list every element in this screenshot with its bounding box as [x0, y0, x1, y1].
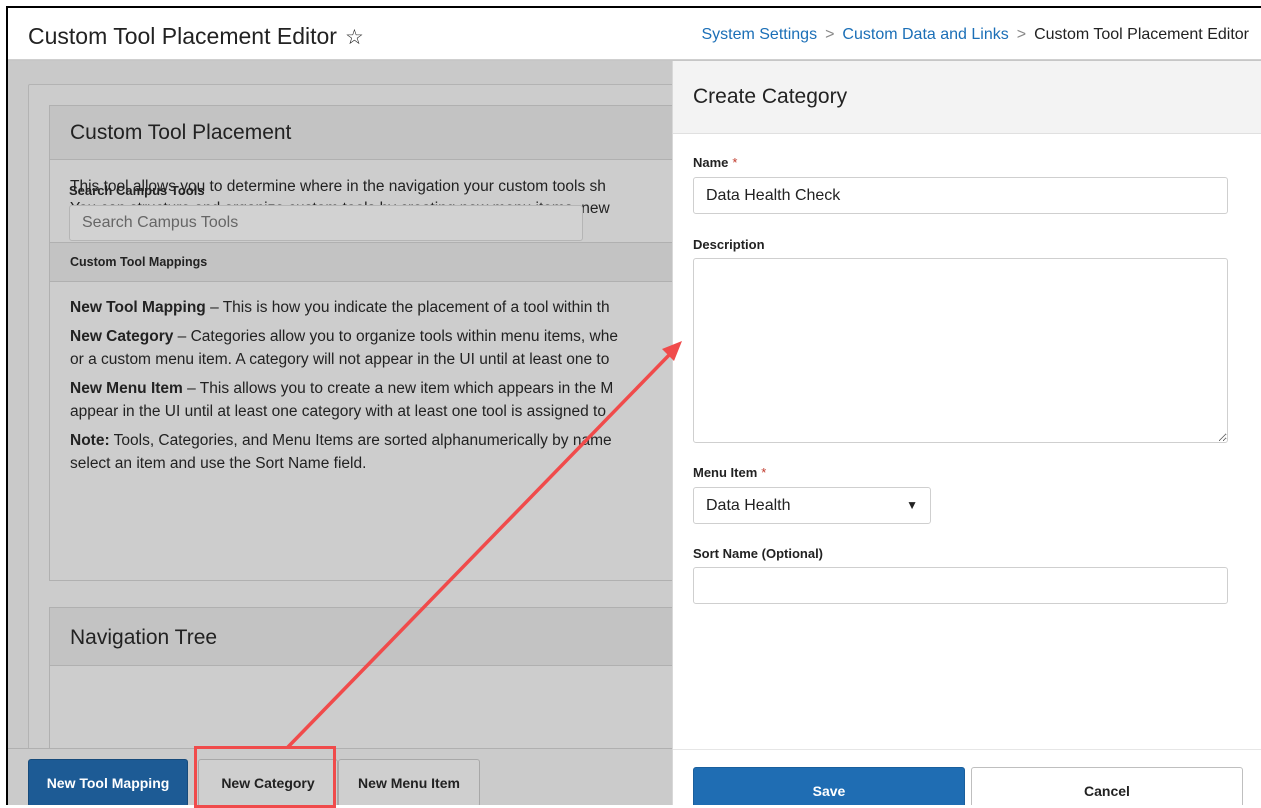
search-label: Search Campus Tools	[69, 183, 205, 198]
search-campus-tools-input[interactable]	[69, 205, 583, 241]
definition-tool-mapping: New Tool Mapping – This is how you indic…	[70, 299, 610, 316]
definition-category: New Category – Categories allow you to o…	[70, 328, 618, 368]
card-title: Navigation Tree	[50, 608, 688, 666]
required-marker: *	[732, 155, 738, 170]
save-button[interactable]: Save	[693, 767, 965, 805]
breadcrumb-separator: >	[1016, 26, 1027, 43]
description-textarea[interactable]	[693, 258, 1228, 443]
breadcrumb: System Settings > Custom Data and Links > Cu…	[701, 26, 1249, 44]
mapping-definitions: New Tool Mapping – This is how you indic…	[50, 282, 688, 475]
page-header: Custom Tool Placement Editor ☆ System Set…	[8, 8, 1261, 60]
name-label: Name *	[693, 155, 738, 170]
name-input[interactable]	[693, 177, 1228, 214]
bottom-toolbar: New Tool Mapping New Category New Menu I…	[8, 748, 672, 805]
panel-footer: Save Cancel	[673, 749, 1261, 805]
definition-note: Note: Tools, Categories, and Menu Items …	[70, 432, 612, 472]
caret-down-icon: ▼	[906, 498, 918, 512]
required-marker: *	[761, 465, 767, 480]
breadcrumb-system-settings[interactable]: System Settings	[701, 26, 817, 43]
panel-title: Create Category	[673, 61, 1261, 134]
breadcrumb-custom-data-and-links[interactable]: Custom Data and Links	[842, 26, 1008, 43]
mappings-heading: Custom Tool Mappings	[50, 242, 688, 282]
create-category-panel: Create Category Name* Description Menu I…	[672, 61, 1261, 805]
page-title: Custom Tool Placement Editor ☆	[28, 23, 364, 49]
cancel-button[interactable]: Cancel	[971, 767, 1243, 805]
card-title: Custom Tool Placement	[50, 106, 688, 160]
star-icon[interactable]: ☆	[345, 26, 364, 49]
breadcrumb-current: Custom Tool Placement Editor	[1034, 26, 1249, 43]
new-category-button[interactable]: New Category	[198, 759, 338, 805]
menu-item-label: Menu Item *	[693, 465, 767, 480]
new-menu-item-button[interactable]: New Menu Item	[338, 759, 480, 805]
main-content-backdrop: Custom Tool Placement This tool allows y…	[8, 61, 689, 777]
definition-menu-item: New Menu Item – This allows you to creat…	[70, 380, 614, 420]
menu-item-select[interactable]: Data Health ▼	[693, 487, 931, 524]
app-window: Custom Tool Placement Editor ☆ System Set…	[6, 6, 1261, 805]
sort-name-input[interactable]	[693, 567, 1228, 604]
description-label: Description	[693, 237, 765, 252]
sort-name-label: Sort Name (Optional)	[693, 546, 824, 561]
custom-tool-placement-card: Custom Tool Placement This tool allows y…	[49, 105, 689, 581]
new-tool-mapping-button[interactable]: New Tool Mapping	[28, 759, 188, 805]
content-container: Custom Tool Placement This tool allows y…	[28, 84, 689, 777]
breadcrumb-separator: >	[825, 26, 835, 43]
